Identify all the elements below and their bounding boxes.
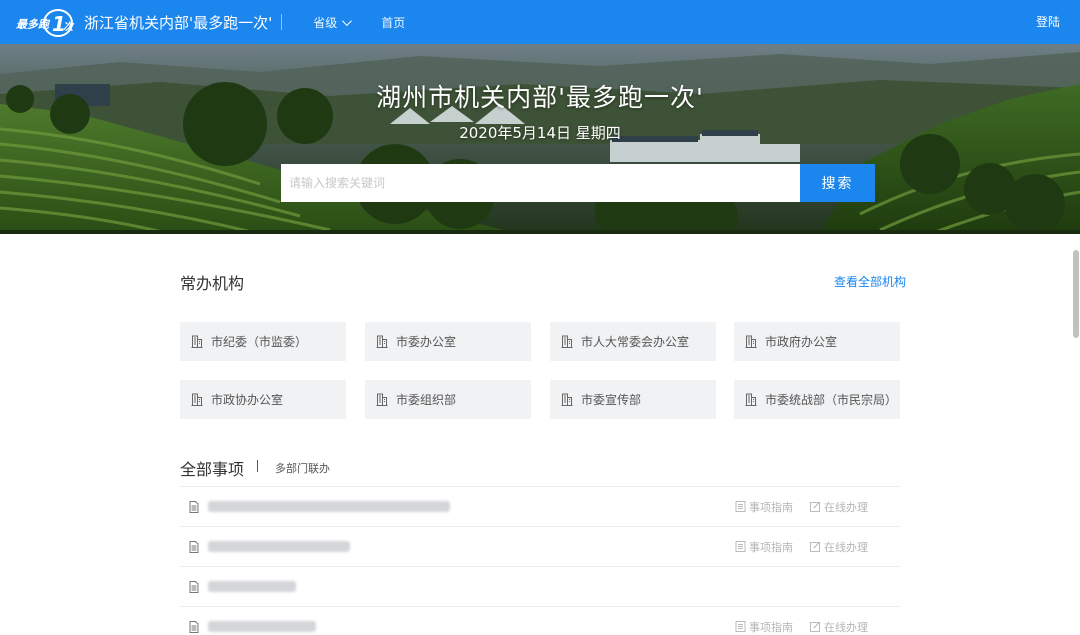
org-card[interactable]: 市政府办公室 — [734, 322, 900, 361]
login-link[interactable]: 登陆 — [1036, 13, 1060, 30]
online-label: 在线办理 — [824, 540, 868, 554]
org-card-label: 市政府办公室 — [765, 335, 838, 349]
search-input[interactable] — [281, 164, 800, 202]
online-handle-link[interactable]: 在线办理 — [810, 539, 868, 555]
online-label: 在线办理 — [824, 500, 868, 514]
hero-title: 湖州市机关内部'最多跑一次' — [376, 83, 704, 112]
org-card[interactable]: 市政协办公室 — [180, 380, 346, 419]
building-icon — [745, 335, 757, 348]
scrollbar-thumb[interactable] — [1073, 250, 1079, 338]
org-card-label: 市纪委（市监委） — [211, 335, 308, 349]
matters-list: 事项指南 在线办理 事项指南 在线办理 事项指南 在线办理 — [180, 486, 900, 635]
org-card-label: 市委办公室 — [396, 335, 457, 349]
org-card-label: 市委组织部 — [396, 393, 457, 407]
org-card[interactable]: 市委组织部 — [365, 380, 531, 419]
guide-link[interactable]: 事项指南 — [735, 539, 793, 555]
svg-text:次: 次 — [63, 21, 75, 33]
matter-row[interactable]: 事项指南 在线办理 — [180, 486, 900, 526]
online-handle-link[interactable]: 在线办理 — [810, 499, 868, 515]
top-navbar: 最多跑 1 次 浙江省机关内部'最多跑一次' 省级 首页 登陆 — [0, 0, 1080, 44]
view-all-orgs-link[interactable]: 查看全部机构 — [834, 273, 906, 290]
matter-title-blurred — [208, 581, 296, 592]
org-card-label: 市委统战部（市民宗局） — [765, 393, 898, 407]
edit-icon — [810, 502, 820, 512]
all-matters-title: 全部事项 — [180, 460, 245, 479]
online-handle-link[interactable]: 在线办理 — [810, 619, 868, 635]
guide-link[interactable]: 事项指南 — [735, 499, 793, 515]
building-icon — [191, 393, 203, 406]
building-icon — [376, 393, 388, 406]
org-card[interactable]: 市委办公室 — [365, 322, 531, 361]
document-icon — [189, 500, 199, 513]
matter-title-blurred — [208, 501, 450, 512]
org-card[interactable]: 市纪委（市监委） — [180, 322, 346, 361]
building-icon — [561, 393, 573, 406]
frequent-orgs-title: 常办机构 — [180, 274, 245, 293]
org-card[interactable]: 市委统战部（市民宗局） — [734, 380, 900, 419]
guide-label: 事项指南 — [749, 540, 793, 554]
document-icon — [189, 620, 199, 633]
hero-date: 2020年5月14日 星期四 — [459, 124, 621, 142]
building-icon — [191, 335, 203, 348]
search-bar: 搜索 — [281, 164, 875, 202]
nav-home-link[interactable]: 首页 — [381, 14, 405, 31]
org-card[interactable]: 市委宣传部 — [550, 380, 716, 419]
svg-text:最多跑: 最多跑 — [16, 18, 51, 31]
document-icon — [189, 580, 199, 593]
guide-icon — [735, 501, 746, 512]
scrollbar-track[interactable] — [1072, 44, 1079, 635]
edit-icon — [810, 622, 820, 632]
matter-row[interactable]: 事项指南 在线办理 — [180, 606, 900, 635]
matter-title-blurred — [208, 621, 316, 632]
org-card-label: 市人大常委会办公室 — [581, 335, 690, 349]
guide-label: 事项指南 — [749, 500, 793, 514]
org-card[interactable]: 市人大常委会办公室 — [550, 322, 716, 361]
org-card-label: 市政协办公室 — [211, 393, 284, 407]
online-label: 在线办理 — [824, 620, 868, 634]
hero-banner: 湖州市机关内部'最多跑一次' 2020年5月14日 星期四 搜索 — [0, 44, 1080, 234]
building-icon — [561, 335, 573, 348]
matter-title-blurred — [208, 541, 350, 552]
tab-multi-department[interactable]: 多部门联办 — [275, 460, 330, 476]
chevron-down-icon — [342, 15, 353, 26]
matter-row[interactable] — [180, 566, 900, 606]
building-icon — [745, 393, 757, 406]
guide-label: 事项指南 — [749, 620, 793, 634]
search-button[interactable]: 搜索 — [800, 164, 875, 202]
site-title: 浙江省机关内部'最多跑一次' — [84, 13, 273, 32]
matter-row[interactable]: 事项指南 在线办理 — [180, 526, 900, 566]
header-divider — [281, 14, 283, 30]
org-card-label: 市委宣传部 — [581, 393, 642, 407]
document-icon — [189, 540, 199, 553]
building-icon — [376, 335, 388, 348]
guide-icon — [735, 621, 746, 632]
edit-icon — [810, 542, 820, 552]
guide-icon — [735, 541, 746, 552]
level-dropdown[interactable]: 省级 — [313, 14, 353, 31]
level-dropdown-label: 省级 — [313, 15, 338, 30]
site-logo[interactable]: 最多跑 1 次 — [14, 6, 78, 38]
guide-link[interactable]: 事项指南 — [735, 619, 793, 635]
tab-separator — [257, 460, 258, 472]
